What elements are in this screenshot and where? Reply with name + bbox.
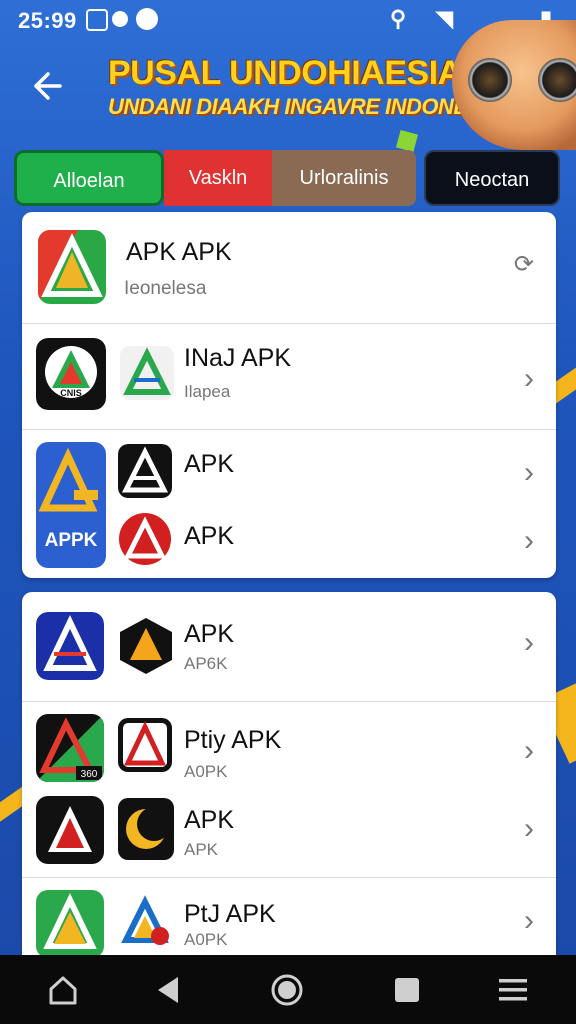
app-icon-small: [118, 444, 172, 498]
list-item[interactable]: CNIS INaJ APK Ilapea ›: [22, 324, 556, 430]
app-icon: [36, 612, 104, 680]
list-item-group: 360 Ptiy APK A0PK › APK APK ›: [22, 702, 556, 878]
chevron-right-icon[interactable]: ›: [524, 736, 534, 766]
app-icon-label: APPK: [45, 530, 98, 551]
chevron-right-icon[interactable]: ›: [524, 814, 534, 844]
alarm-icon: ⚲: [390, 6, 407, 31]
app-subtitle: A0PK: [184, 762, 228, 781]
banner-subtitle: UNDANI DIAAKH INGAVRE INDONESO!: [108, 94, 506, 119]
app-name: PtJ APK: [184, 900, 276, 928]
app-name[interactable]: APK: [184, 522, 234, 551]
header-banner: PUSAL UNDOHIAESIA UNDANI DIAAKH INGAVRE …: [0, 20, 576, 153]
app-icon-small: [118, 512, 172, 566]
screen-icon: [86, 9, 108, 31]
app-icon-small: [118, 718, 172, 772]
tab-4[interactable]: Neoctan: [424, 150, 560, 206]
tab-1[interactable]: Alloelan: [14, 150, 164, 206]
app-icon-label: 360: [81, 769, 98, 780]
app-icon-small: [118, 616, 174, 676]
back-nav-icon[interactable]: [152, 973, 186, 1007]
app-name[interactable]: APK: [184, 450, 234, 479]
refresh-icon[interactable]: ⟳: [514, 250, 534, 280]
list-item[interactable]: APK APK Ieonelesa ⟳: [22, 212, 556, 324]
app-subtitle: A0PK: [184, 930, 228, 949]
status-time: 25:99: [18, 8, 77, 33]
app-icon: [38, 230, 106, 304]
app-icon: [36, 796, 104, 864]
app-icon: CNIS: [36, 338, 106, 410]
tab-3[interactable]: Urloralinis: [272, 150, 416, 206]
chevron-right-icon[interactable]: ›: [524, 364, 534, 394]
system-nav-bar: [0, 955, 576, 1024]
wifi-icon: ◥: [436, 6, 453, 31]
app-subtitle: Ilapea: [184, 382, 231, 401]
recents-icon[interactable]: [390, 973, 424, 1007]
chevron-right-icon[interactable]: ›: [524, 906, 534, 936]
list-item[interactable]: APK AP6K ›: [22, 592, 556, 702]
mascot-image: [452, 20, 576, 150]
chevron-right-icon[interactable]: ›: [524, 628, 534, 658]
back-button[interactable]: [26, 66, 66, 106]
app-icon: APPK: [36, 442, 106, 568]
home-circle-icon[interactable]: [270, 973, 304, 1007]
app-icon-small: [120, 346, 174, 400]
category-tabs: Vaskln Urloralinis Alloelan Neoctan: [14, 150, 560, 206]
chevron-right-icon[interactable]: ›: [524, 458, 534, 488]
app-icon: [36, 890, 104, 956]
app-subtitle: Ieonelesa: [124, 278, 207, 299]
notification-icon: [112, 11, 128, 27]
list-item-group: APPK APK › APK ›: [22, 430, 556, 578]
app-icon-small: [118, 798, 174, 860]
home-icon[interactable]: [46, 973, 80, 1007]
app-list-card: APK AP6K › 360 Ptiy APK A0PK › APK APK ›…: [22, 592, 556, 956]
decor-cube: [395, 129, 419, 153]
app-subtitle: AP6K: [184, 654, 228, 673]
menu-icon[interactable]: [496, 973, 530, 1007]
app-list-card: APK APK Ieonelesa ⟳ CNIS INaJ APK Ilapea…: [22, 212, 556, 578]
tab-2[interactable]: Vaskln: [164, 150, 272, 206]
app-subtitle: APK: [184, 840, 219, 859]
app-name[interactable]: APK: [184, 806, 234, 835]
app-name: APK: [184, 620, 235, 648]
app-notification-icon: [136, 8, 158, 30]
app-name: APK APK: [126, 238, 232, 266]
chevron-right-icon[interactable]: ›: [524, 526, 534, 556]
arrow-left-icon: [34, 72, 62, 100]
app-icon-small: [118, 894, 172, 948]
app-icon: 360: [36, 714, 104, 782]
app-icon-label: CNIS: [60, 388, 82, 398]
app-name: INaJ APK: [184, 344, 291, 372]
list-item[interactable]: PtJ APK A0PK ›: [22, 878, 556, 956]
app-name[interactable]: Ptiy APK: [184, 726, 281, 755]
banner-title: PUSAL UNDOHIAESIA: [108, 54, 462, 92]
